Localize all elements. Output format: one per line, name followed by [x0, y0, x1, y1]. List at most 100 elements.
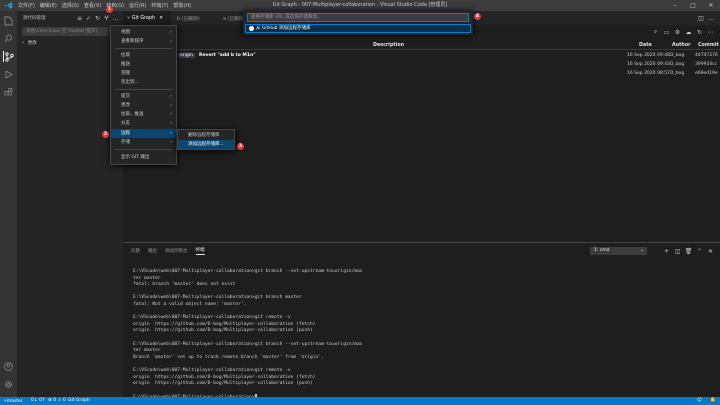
source-control-icon[interactable] — [3, 51, 14, 62]
terminal-select-value: 1: cmd — [594, 248, 610, 253]
menu-item-view[interactable]: 视图 › — [111, 28, 176, 37]
tab-terminal[interactable]: 终端 — [195, 247, 205, 255]
commit-message-input[interactable]: 消息(Ctrl+Enter 在"master"提交) — [22, 27, 118, 36]
menu-item-commit[interactable]: 提交 › — [111, 92, 176, 101]
menu-item-branch[interactable]: 分支 › — [111, 119, 176, 128]
menu-item-label: 更改 — [121, 103, 130, 108]
close-icon[interactable]: ✕ — [705, 248, 716, 255]
commit-author: D_bog — [670, 71, 685, 76]
refresh-icon[interactable]: ↻ — [93, 15, 102, 22]
sync-indicator[interactable]: 0↓ 0↑ — [31, 398, 46, 403]
close-tab-icon[interactable]: ✕ — [159, 16, 163, 21]
explorer-icon[interactable] — [3, 15, 14, 26]
chevron-up-icon[interactable]: ⌃ — [694, 248, 705, 255]
menu-separator — [115, 89, 172, 90]
tab-debug-console[interactable]: 调试控制台 — [165, 248, 188, 255]
changes-group[interactable]: ⌄ 更改 — [17, 38, 123, 47]
chevron-right-icon: › — [170, 121, 172, 126]
split-editor-icon[interactable]: ◫ — [696, 15, 706, 22]
step-marker-2: 2 — [102, 131, 109, 138]
menu-edit[interactable]: 编辑(E) — [40, 2, 57, 9]
git-graph-icon[interactable]: ⵖ — [102, 15, 111, 22]
search-icon[interactable]: ⌕ — [650, 28, 661, 36]
terminal-select[interactable]: 1: cmd ⌄ — [590, 247, 647, 255]
commit-row[interactable]: 16 Sep 2020 09:43 D_bog 399934cc — [123, 61, 720, 69]
refresh-icon[interactable]: ↻ — [694, 29, 705, 36]
tab-label: b (已删除) — [177, 16, 200, 22]
fetch-icon[interactable]: ☁ — [683, 29, 694, 36]
repository-url-input[interactable]: 提供存储库 URL 或选择存储库源。 — [247, 13, 469, 22]
menu-item-clone[interactable]: 克隆 — [111, 69, 176, 78]
menu-item-remote[interactable]: 远程 › — [111, 129, 176, 138]
account-icon[interactable] — [3, 361, 14, 372]
maximize-icon[interactable]: □ — [684, 0, 702, 11]
tab-output[interactable]: 输出 — [148, 248, 157, 255]
menu-item-stash[interactable]: 存储 › — [111, 138, 176, 147]
bell-icon[interactable]: 🔔 — [710, 398, 716, 403]
terminal-line: fatal: Not a valid object name: 'master'… — [133, 301, 247, 307]
branch-indicator[interactable]: ⑂ master — [4, 398, 23, 404]
search-icon[interactable] — [3, 33, 14, 44]
git-graph-tab-icon: ⑂ — [127, 16, 130, 21]
remote-submenu: 删除远程存储库 添加远程存储库... — [177, 129, 235, 150]
menu-item-show-git-output[interactable]: 显示 GIT 输出 — [111, 153, 176, 162]
terminal-line: E:\VScode\web\007-Multiplayer-collaborat… — [133, 269, 363, 274]
commit-table-header: Description Date Author Commit — [123, 41, 720, 50]
menu-file[interactable]: 文件(F) — [18, 2, 35, 9]
problems-indicator[interactable]: ⊗ 0 ⚠ 0 — [48, 398, 66, 403]
minimize-icon[interactable]: – — [666, 0, 684, 11]
terminal-line: Branch 'master' set up to track remote b… — [133, 354, 324, 360]
trash-icon[interactable]: 🗑 — [683, 248, 694, 255]
commit-icon[interactable]: ✓ — [84, 15, 93, 22]
changes-label: 更改 — [27, 40, 37, 46]
add-terminal-icon[interactable]: + — [661, 248, 672, 255]
tab-label: Git Graph — [131, 15, 156, 21]
menu-view[interactable]: 查看(V) — [84, 2, 101, 9]
git-graph-status[interactable]: Git Graph — [68, 398, 90, 403]
run-debug-icon[interactable] — [3, 69, 14, 80]
menu-separator — [115, 149, 172, 150]
commit-row[interactable]: 16 Sep 2020 08:57 D_bog e69ed19e — [123, 70, 720, 78]
menu-selection[interactable]: 选择(S) — [62, 2, 79, 9]
extensions-icon[interactable] — [3, 87, 14, 98]
terminal-output[interactable]: E:\VScode\web\007-Multiplayer-collaborat… — [133, 269, 713, 402]
terminal-icon[interactable]: ▭ — [661, 29, 672, 36]
menu-separator — [115, 48, 172, 49]
menu-terminal[interactable]: 终端(T) — [151, 2, 168, 9]
menu-item-label: 拉取，推送 — [121, 112, 144, 117]
tab-git-graph[interactable]: ⑂ Git Graph ✕ — [123, 11, 171, 25]
list-icon[interactable]: ≡ — [75, 15, 84, 22]
close-icon[interactable]: ✕ — [702, 0, 720, 11]
feedback-icon[interactable]: ☺ — [697, 398, 702, 403]
menu-item-add-remote[interactable]: 添加远程存储库... — [178, 140, 234, 149]
menu-item-push[interactable]: 推送 — [111, 60, 176, 69]
tab-problems[interactable]: 问题 — [131, 248, 140, 255]
more-icon[interactable]: ⋯ — [705, 29, 716, 36]
more-actions-icon[interactable]: … — [706, 15, 716, 22]
add-remote-from-github-option[interactable]: 从 GitHub 添加远程存储库 — [245, 24, 471, 33]
menu-item-pull-push[interactable]: 拉取，推送 › — [111, 110, 176, 119]
git-graph-toolbar: ⌕ ▭ ⚙ ☁ ↻ ⋯ — [650, 27, 716, 37]
menu-item-label: 视图 — [121, 30, 130, 35]
menu-help[interactable]: 帮助(H) — [173, 2, 191, 9]
menu-item-changes[interactable]: 更改 › — [111, 101, 176, 110]
commit-row[interactable]: master origin Revert "add b to M1n" 16 S… — [123, 52, 720, 60]
menu-item-checkout[interactable]: 签出到... — [111, 78, 176, 87]
commit-hash: 44747276 — [695, 53, 718, 58]
remote-badge[interactable]: origin — [178, 53, 195, 58]
menu-run[interactable]: 运行(R) — [129, 2, 146, 9]
gear-icon[interactable]: ⚙ — [672, 29, 683, 36]
tab-b-deleted[interactable]: b (已删除) — [173, 11, 217, 25]
editor-actions: ◫ … — [696, 11, 716, 25]
menu-item-pull[interactable]: 拉取 — [111, 51, 176, 60]
gear-icon[interactable] — [3, 379, 14, 390]
menu-item-sort[interactable]: 查看和排序 › — [111, 37, 176, 46]
branch-name: master — [6, 399, 23, 404]
split-terminal-icon[interactable]: ◫ — [672, 248, 683, 255]
menu-item-label: 存储 — [121, 140, 130, 145]
more-actions-icon[interactable]: … — [111, 15, 120, 22]
window-controls: – □ ✕ — [666, 0, 720, 11]
menu-item-remove-remote[interactable]: 删除远程存储库 — [178, 131, 234, 140]
